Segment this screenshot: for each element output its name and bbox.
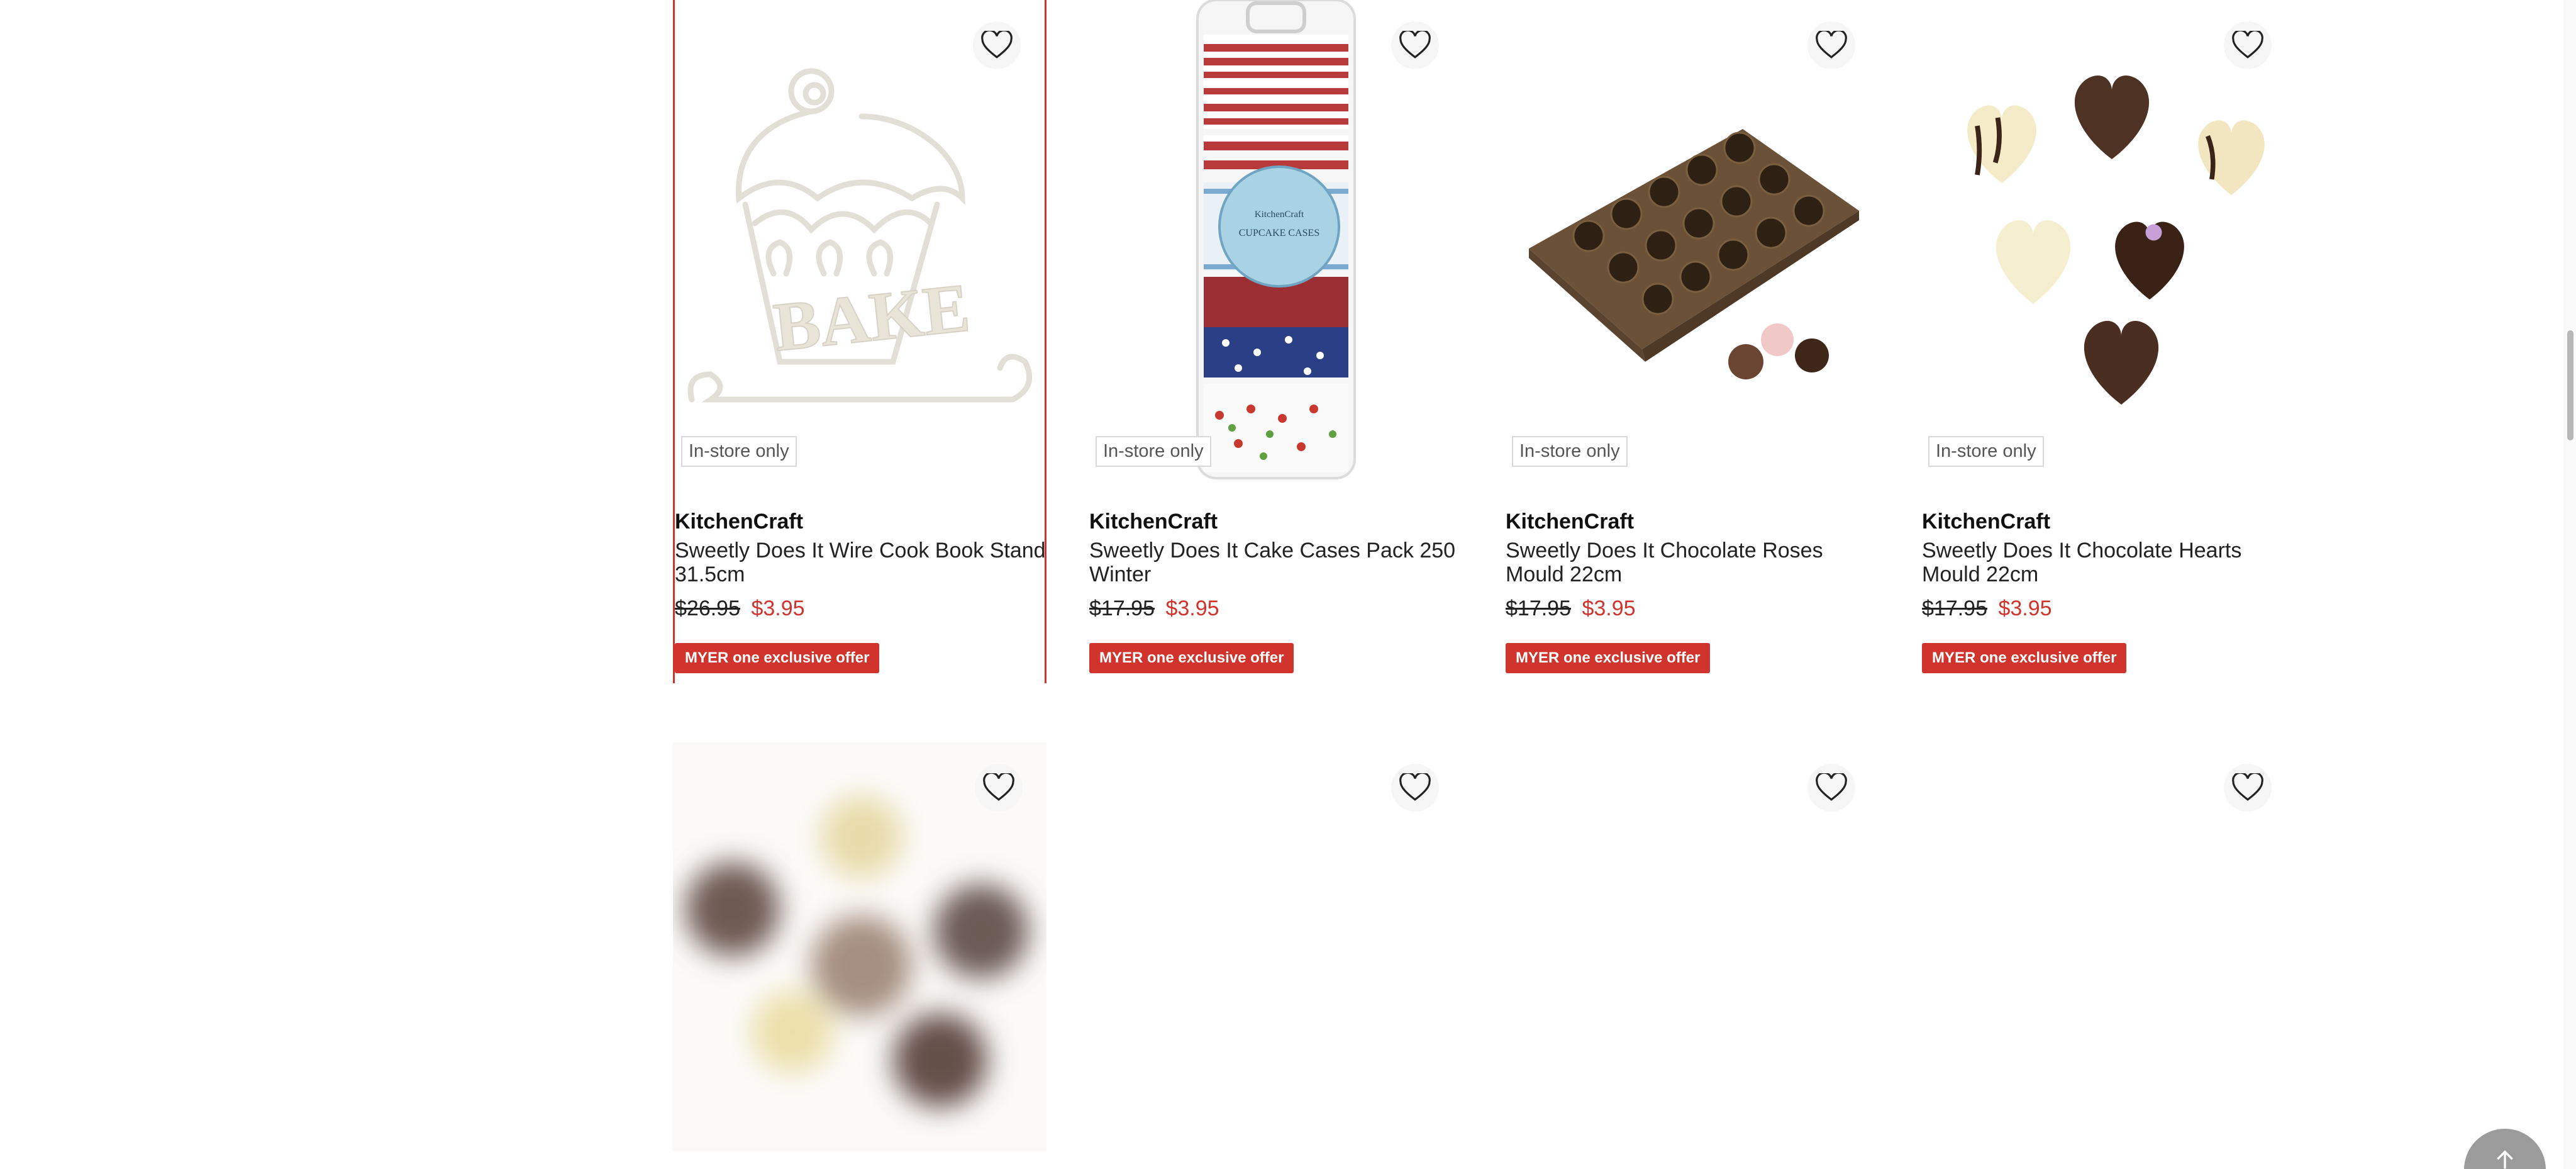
product-listing-page: BAKE In-store only KitchenCraft Sweetly …	[0, 0, 2576, 1169]
heart-icon	[1816, 31, 1847, 59]
svg-text:KitchenCraft: KitchenCraft	[1255, 210, 1304, 220]
original-price: $17.95	[1506, 596, 1571, 620]
product-price: $17.95 $3.95	[1506, 596, 1636, 621]
wishlist-button[interactable]	[1807, 21, 1855, 69]
sale-price: $3.95	[1165, 596, 1219, 620]
product-card[interactable]	[1506, 742, 1879, 1169]
instore-badge: In-store only	[1928, 436, 2044, 467]
cake-cases-image: KitchenCraft CUPCAKE CASES	[1196, 0, 1356, 479]
scrollbar-thumb[interactable]	[2567, 330, 2573, 440]
original-price: $26.95	[675, 596, 740, 620]
product-price: $17.95 $3.95	[1089, 596, 1219, 621]
original-price: $17.95	[1922, 596, 1987, 620]
heart-icon	[2232, 31, 2263, 59]
product-brand: KitchenCraft	[1506, 510, 1635, 534]
product-brand: KitchenCraft	[1922, 510, 2051, 534]
wishlist-button[interactable]	[1807, 764, 1855, 812]
instore-badge: In-store only	[1096, 436, 1211, 467]
product-title[interactable]: Sweetly Does It Wire Cook Book Stand 31.…	[675, 539, 1046, 586]
product-title[interactable]: Sweetly Does It Chocolate Hearts Mould 2…	[1922, 539, 2293, 586]
heart-icon	[1816, 773, 1847, 801]
product-image[interactable]	[1506, 0, 1879, 484]
product-price: $26.95 $3.95	[675, 596, 805, 621]
product-image[interactable]	[1922, 0, 2296, 484]
wishlist-button[interactable]	[1391, 21, 1439, 69]
offer-badge: MYER one exclusive offer	[1089, 643, 1294, 673]
product-card[interactable]: BAKE In-store only KitchenCraft Sweetly …	[673, 0, 1046, 683]
sale-price: $3.95	[1998, 596, 2052, 620]
heart-icon	[1399, 773, 1431, 801]
wishlist-button[interactable]	[973, 21, 1021, 69]
product-price: $17.95 $3.95	[1922, 596, 2052, 621]
svg-text:CUPCAKE CASES: CUPCAKE CASES	[1239, 228, 1319, 238]
product-card[interactable]: KitchenCraft CUPCAKE CASES In-store only…	[1089, 0, 1463, 683]
offer-badge: MYER one exclusive offer	[1922, 643, 2127, 673]
product-title[interactable]: Sweetly Does It Cake Cases Pack 250 Wint…	[1089, 539, 1460, 586]
svg-text:BAKE: BAKE	[770, 269, 974, 366]
product-card[interactable]: In-store only KitchenCraft Sweetly Does …	[1922, 0, 2296, 683]
sale-price: $3.95	[751, 596, 805, 620]
heart-icon	[983, 773, 1014, 801]
instore-badge: In-store only	[1512, 436, 1628, 467]
product-title[interactable]: Sweetly Does It Chocolate Roses Mould 22…	[1506, 539, 1877, 586]
instore-badge: In-store only	[681, 436, 797, 467]
arrow-up-icon	[2497, 1150, 2513, 1169]
offer-badge: MYER one exclusive offer	[675, 643, 880, 673]
wishlist-button[interactable]	[2224, 21, 2272, 69]
product-image[interactable]: KitchenCraft CUPCAKE CASES	[1089, 0, 1463, 484]
product-card[interactable]	[673, 742, 1046, 1169]
roses-mould-image	[1529, 129, 1859, 379]
hearts-mould-image	[1967, 76, 2265, 405]
product-brand: KitchenCraft	[675, 510, 804, 534]
heart-icon	[2232, 773, 2263, 801]
wishlist-button[interactable]	[2224, 764, 2272, 812]
product-card[interactable]	[1922, 742, 2296, 1169]
wishlist-button[interactable]	[1391, 764, 1439, 812]
product-image[interactable]: BAKE	[675, 0, 1048, 484]
offer-badge: MYER one exclusive offer	[1506, 643, 1711, 673]
original-price: $17.95	[1089, 596, 1155, 620]
heart-icon	[1399, 31, 1431, 59]
product-card[interactable]	[1089, 742, 1463, 1169]
page-scrollbar[interactable]	[2563, 0, 2576, 1169]
sale-price: $3.95	[1582, 596, 1636, 620]
cook-book-stand-image: BAKE	[687, 68, 1033, 403]
product-card[interactable]: In-store only KitchenCraft Sweetly Does …	[1506, 0, 1879, 683]
product-brand: KitchenCraft	[1089, 510, 1218, 534]
heart-icon	[981, 31, 1013, 59]
wishlist-button[interactable]	[975, 764, 1023, 812]
back-to-top-button[interactable]	[2464, 1129, 2546, 1169]
